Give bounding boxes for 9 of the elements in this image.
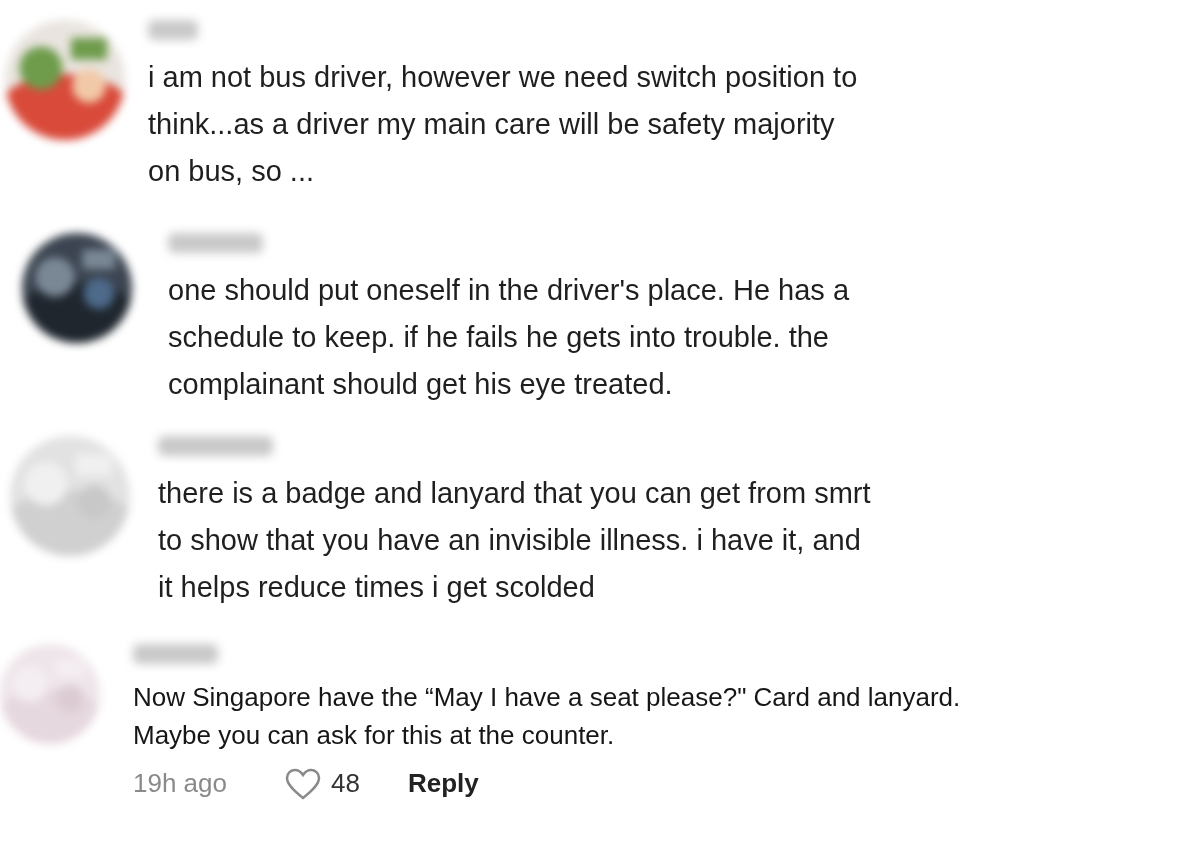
blurred-username <box>148 20 198 40</box>
timestamp: 19h ago <box>133 767 227 800</box>
comment-text: there is a badge and lanyard that you can get from smrt to show that you have an invisible illness. i have it, and it helps reduce times i get scolded <box>158 476 871 605</box>
reply-button[interactable]: Reply <box>407 764 479 803</box>
heart-icon[interactable] <box>285 767 321 800</box>
comment-text: Now Singapore have the “May I have a seat please?" Card and lanyard. Maybe you can ask for this at the counter. <box>133 681 961 752</box>
comment-text: i am not bus driver, however we need switch position to think...as a driver my main care will be safety majority on bus, so ... <box>148 60 858 189</box>
like-count: 48 <box>331 767 360 800</box>
comment-text: one should put oneself in the driver's place. He has a schedule to keep. if he fails he gets into trouble. the complainant should get his eye treated. <box>168 273 850 402</box>
